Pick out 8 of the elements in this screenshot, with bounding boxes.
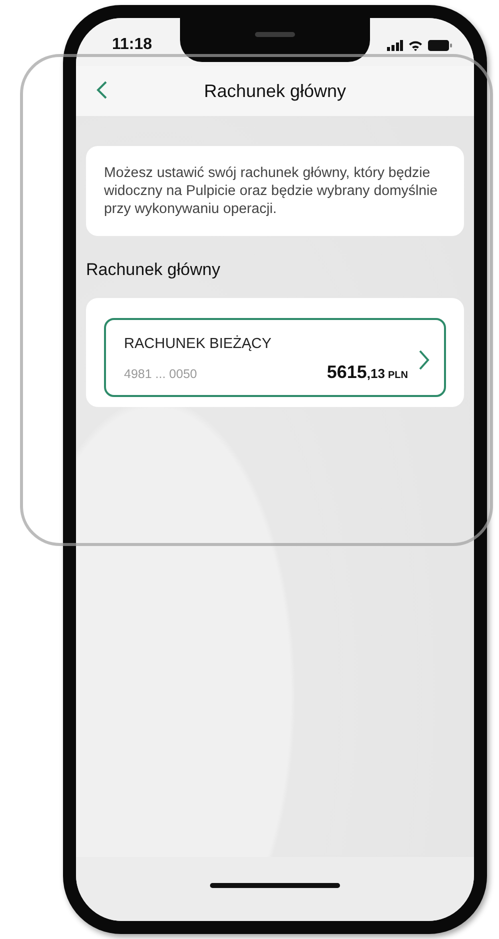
account-balance: 5615,13 PLN — [326, 362, 408, 383]
screen-title: Rachunek główny — [204, 80, 346, 102]
status-time: 11:18 — [112, 36, 152, 54]
info-text: Możesz ustawić swój rachunek główny, który będzie widoczny na Pulpicie oraz będzie wybrany domyślnie przy wykonywaniu operacji. — [104, 164, 439, 218]
account-name: RACHUNEK BIEŻĄCY — [124, 336, 272, 352]
account-card[interactable]: RACHUNEK BIEŻĄCY 4981 ... 0050 5615,13 PLN — [104, 318, 446, 397]
account-number: 4981 ... 0050 — [124, 367, 197, 381]
section-heading: Rachunek główny — [86, 260, 222, 280]
